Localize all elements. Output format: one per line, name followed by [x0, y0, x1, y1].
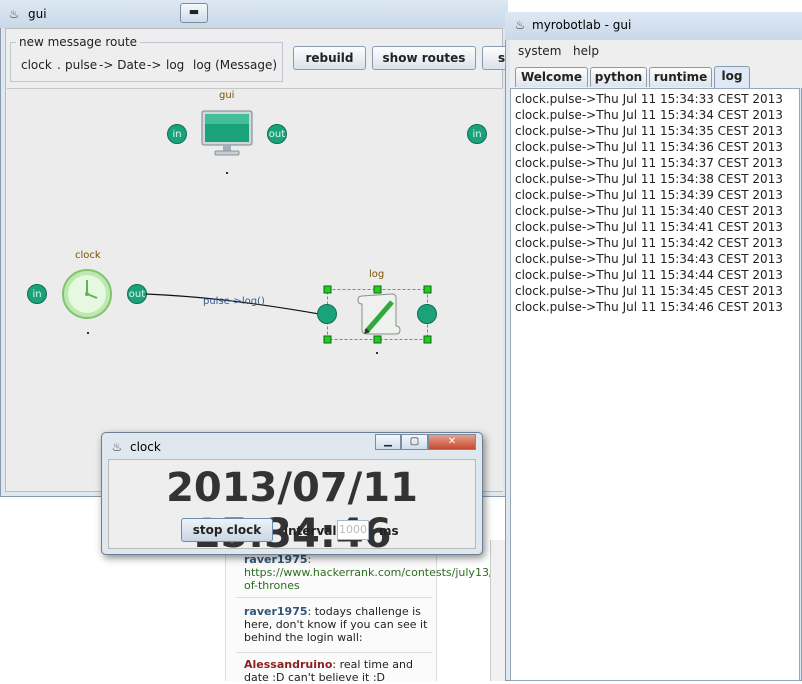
close-button[interactable]: ✕ — [428, 434, 476, 450]
log-line: clock.pulse->Thu Jul 11 15:34:36 CEST 20… — [515, 140, 783, 154]
log-line: clock.pulse->Thu Jul 11 15:34:43 CEST 20… — [515, 252, 783, 266]
close-icon: ✕ — [447, 436, 457, 447]
log-node-out-port[interactable] — [417, 304, 437, 324]
tab-log[interactable]: log — [714, 66, 750, 88]
log-line: clock.pulse->Thu Jul 11 15:34:34 CEST 20… — [515, 108, 783, 122]
interval-label: interval — [284, 524, 337, 538]
log-line: clock.pulse->Thu Jul 11 15:34:39 CEST 20… — [515, 188, 783, 202]
chat-username[interactable]: raver1975 — [244, 605, 308, 618]
menu-help[interactable]: help — [573, 44, 599, 58]
tab-python[interactable]: python — [590, 67, 647, 87]
java-app-icon: ♨ — [111, 440, 123, 454]
chat-message: raver1975: todays challenge is here, don… — [244, 605, 430, 644]
log-line: clock.pulse->Thu Jul 11 15:34:35 CEST 20… — [515, 124, 783, 138]
scroll-pen-icon[interactable] — [352, 288, 404, 343]
minimize-icon: ▁ — [384, 436, 392, 447]
log-line: clock.pulse->Thu Jul 11 15:34:45 CEST 20… — [515, 284, 783, 298]
clock-display: 2013/07/11 15:34:46 — [166, 465, 418, 557]
maximize-icon: ▢ — [409, 436, 420, 447]
log-line: clock.pulse->Thu Jul 11 15:34:37 CEST 20… — [515, 156, 783, 170]
route-edge-label: pulse->log() — [203, 296, 265, 307]
log-line: clock.pulse->Thu Jul 11 15:34:33 CEST 20… — [515, 92, 783, 106]
background-scroll-strip — [490, 540, 505, 681]
myrobotlab-title: myrobotlab - gui — [532, 18, 632, 32]
log-node-in-port[interactable] — [317, 304, 337, 324]
interval-unit-label: ms — [379, 524, 399, 538]
tab-runtime[interactable]: runtime — [649, 67, 712, 87]
minimize-button[interactable]: ▁ — [375, 434, 401, 450]
java-app-icon: ♨ — [514, 18, 526, 32]
chat-divider — [236, 652, 432, 653]
chat-message: Alessandruino: real time and date :D can… — [244, 658, 430, 684]
maximize-button[interactable]: ▢ — [401, 434, 428, 450]
stop-clock-button[interactable]: stop clock — [181, 518, 273, 542]
log-line: clock.pulse->Thu Jul 11 15:34:46 CEST 20… — [515, 300, 783, 314]
tab-welcome[interactable]: Welcome — [515, 67, 588, 87]
log-line: clock.pulse->Thu Jul 11 15:34:40 CEST 20… — [515, 204, 783, 218]
interval-input[interactable]: 1000 — [337, 520, 369, 540]
chat-divider — [236, 597, 432, 598]
log-line: clock.pulse->Thu Jul 11 15:34:42 CEST 20… — [515, 236, 783, 250]
log-line: clock.pulse->Thu Jul 11 15:34:44 CEST 20… — [515, 268, 783, 282]
chat-message: raver1975: https://www.hackerrank.com/co… — [244, 553, 591, 592]
log-node-label: log — [369, 269, 385, 280]
chat-username[interactable]: Alessandruino — [244, 658, 332, 671]
node-anchor-dot — [376, 352, 378, 354]
route-edge[interactable] — [0, 0, 508, 497]
clock-window-title: clock — [130, 440, 161, 454]
menu-system[interactable]: system — [518, 44, 561, 58]
log-line: clock.pulse->Thu Jul 11 15:34:41 CEST 20… — [515, 220, 783, 234]
log-line: clock.pulse->Thu Jul 11 15:34:38 CEST 20… — [515, 172, 783, 186]
